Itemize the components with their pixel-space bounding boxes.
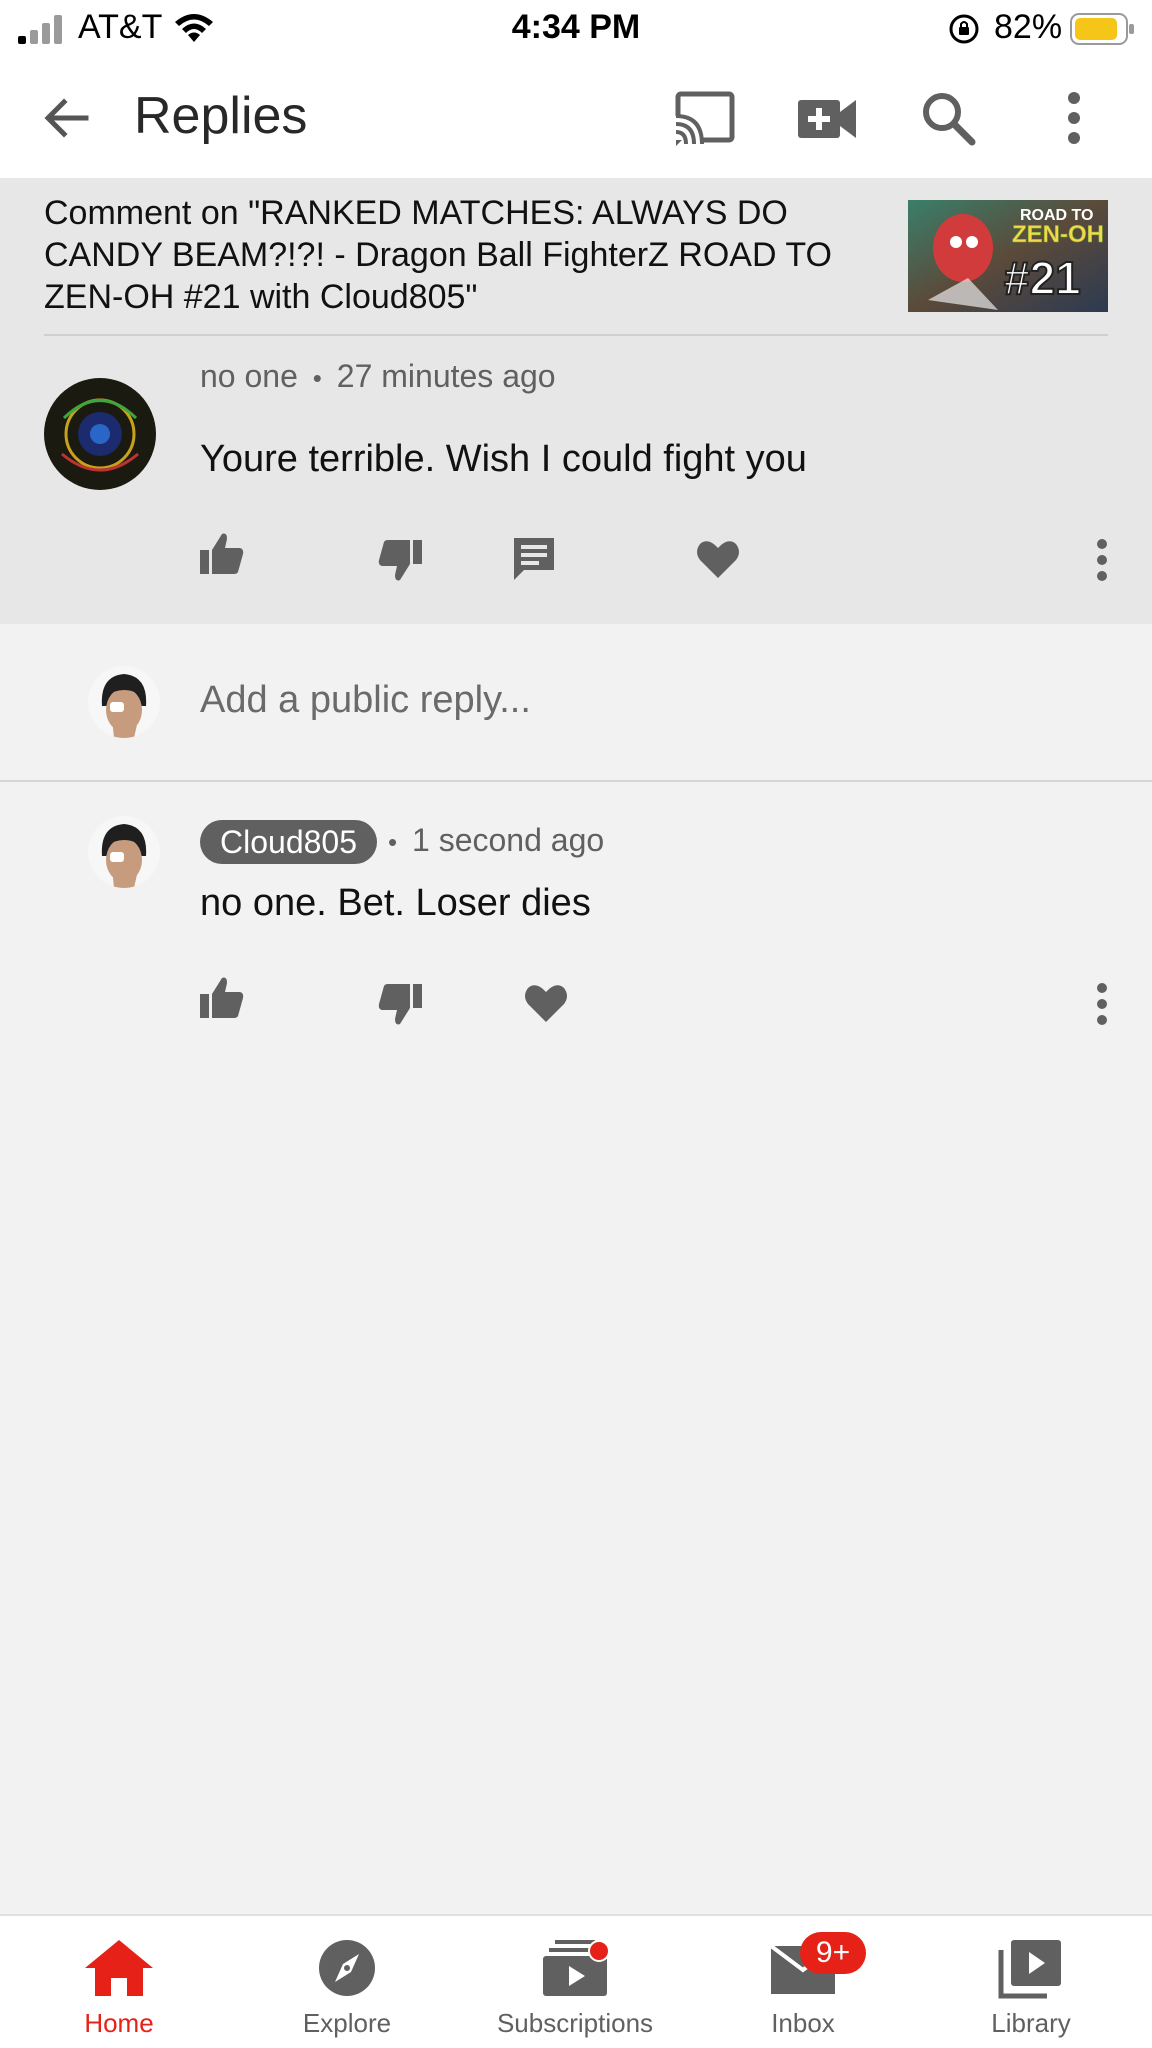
back-arrow-icon[interactable] bbox=[36, 88, 96, 148]
nav-label: Subscriptions bbox=[496, 2008, 654, 2038]
comment-timestamp: 27 minutes ago bbox=[336, 358, 556, 394]
library-icon bbox=[998, 1940, 1061, 1999]
avatar[interactable] bbox=[88, 816, 160, 888]
orientation-lock-icon bbox=[949, 14, 979, 44]
dislike-icon[interactable] bbox=[374, 978, 426, 1030]
more-vert-icon[interactable] bbox=[1076, 534, 1128, 586]
dislike-icon[interactable] bbox=[374, 534, 426, 586]
nav-label: Inbox bbox=[771, 2008, 835, 2038]
avatar bbox=[88, 666, 160, 738]
inbox-badge: 9+ bbox=[800, 1932, 866, 1974]
reply-timestamp: 1 second ago bbox=[412, 822, 605, 858]
reply-meta: • 1 second ago bbox=[388, 822, 604, 859]
more-vert-icon[interactable] bbox=[1042, 86, 1108, 150]
thumbnail-number: #21 bbox=[1004, 252, 1081, 304]
comment-author[interactable]: no one bbox=[200, 358, 298, 394]
more-vert-icon[interactable] bbox=[1076, 978, 1128, 1030]
nav-item-subscriptions[interactable]: Subscriptions bbox=[460, 1916, 690, 2048]
video-title[interactable]: Comment on "RANKED MATCHES: ALWAYS DO CA… bbox=[44, 192, 864, 318]
comment-meta: no one • 27 minutes ago bbox=[200, 358, 556, 395]
author-badge[interactable]: Cloud805 bbox=[200, 820, 377, 864]
battery-percent: 82% bbox=[994, 8, 1063, 46]
video-thumbnail[interactable]: ROAD TO ZEN-OH #21 bbox=[908, 200, 1108, 312]
nav-label: Home bbox=[84, 2008, 154, 2038]
battery-icon bbox=[1070, 13, 1134, 45]
like-icon[interactable] bbox=[196, 972, 248, 1024]
parent-comment: no one • 27 minutes ago Youre terrible. … bbox=[0, 336, 1152, 624]
reply-icon[interactable] bbox=[508, 532, 560, 584]
notification-dot bbox=[588, 1940, 610, 1962]
reply-input[interactable] bbox=[200, 672, 1100, 728]
meta-separator: • bbox=[312, 363, 322, 393]
bottom-nav: Home Explore Subscriptions Inbox Library… bbox=[0, 1914, 1152, 2048]
video-camera-add-icon[interactable] bbox=[794, 86, 860, 150]
status-bar: AT&T 4:34 PM 82% bbox=[0, 0, 1152, 58]
home-icon bbox=[85, 1940, 153, 1996]
cast-icon[interactable] bbox=[672, 86, 738, 150]
nav-label: Explore bbox=[302, 2008, 392, 2038]
video-header[interactable]: Comment on "RANKED MATCHES: ALWAYS DO CA… bbox=[0, 178, 1152, 336]
reply-text: no one. Bet. Loser dies bbox=[200, 882, 591, 924]
heart-icon[interactable] bbox=[692, 532, 744, 584]
compass-icon bbox=[319, 1940, 375, 1996]
reply-input-row bbox=[0, 624, 1152, 780]
nav-label: Library bbox=[991, 2008, 1071, 2038]
thumbnail-line2: ZEN-OH bbox=[1012, 221, 1104, 248]
nav-item-inbox[interactable]: Inbox bbox=[688, 1916, 918, 2048]
reply-comment: Cloud805 • 1 second ago no one. Bet. Los… bbox=[0, 782, 1152, 1042]
heart-icon[interactable] bbox=[520, 976, 572, 1028]
avatar[interactable] bbox=[44, 378, 156, 490]
nav-item-explore[interactable]: Explore bbox=[232, 1916, 462, 2048]
search-icon[interactable] bbox=[916, 86, 982, 150]
page-title: Replies bbox=[134, 87, 308, 145]
comment-text: Youre terrible. Wish I could fight you bbox=[200, 438, 807, 480]
like-icon[interactable] bbox=[196, 528, 248, 580]
nav-item-home[interactable]: Home bbox=[4, 1916, 234, 2048]
meta-separator: • bbox=[388, 827, 398, 857]
app-bar: Replies bbox=[0, 58, 1152, 178]
nav-item-library[interactable]: Library bbox=[916, 1916, 1146, 2048]
